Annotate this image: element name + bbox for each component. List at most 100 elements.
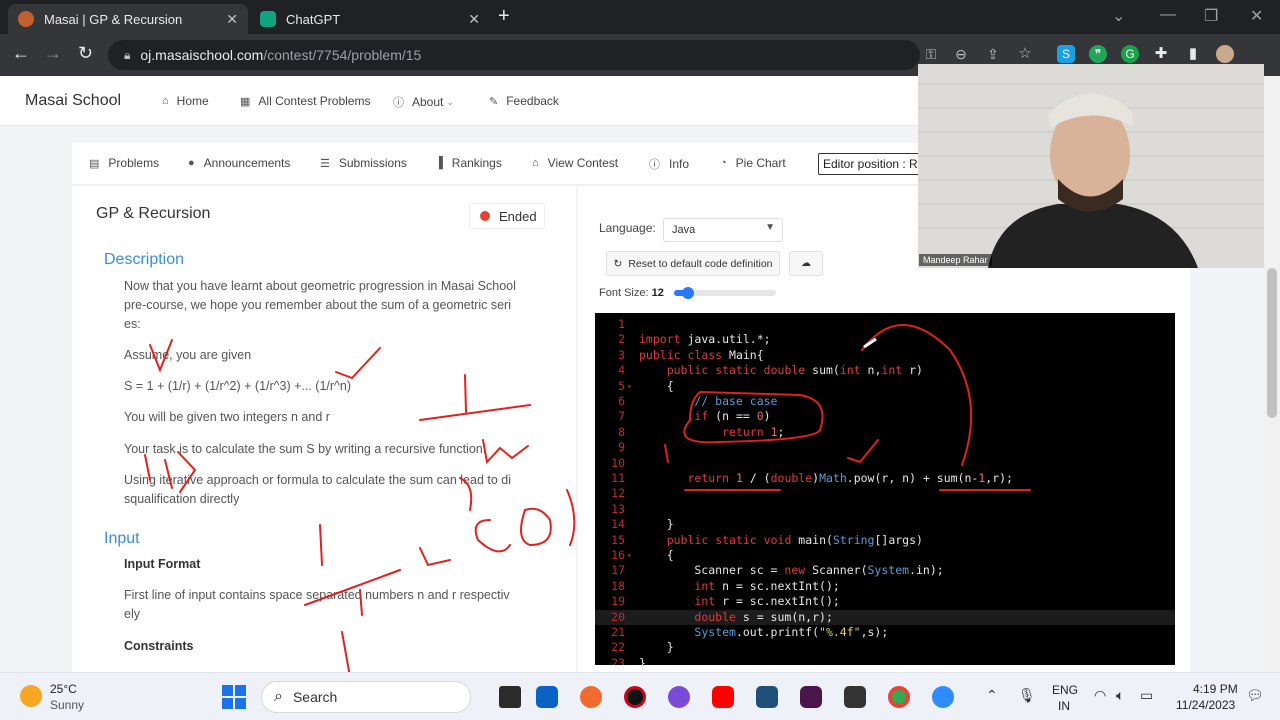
code-line[interactable]: 20 double s = sum(n,r); xyxy=(595,609,1175,625)
code-line[interactable]: 23} xyxy=(595,656,1175,665)
code-line[interactable]: 2 import java.util.*; xyxy=(595,332,1175,347)
code-line[interactable]: 16 ▾ { xyxy=(595,548,1175,563)
chevron-up-icon[interactable]: ⌃ xyxy=(986,687,998,704)
code-line[interactable]: 4 public static double sum(int n,int r) xyxy=(595,363,1175,378)
code-line[interactable]: 21 System.out.printf("%.4f",s); xyxy=(595,625,1175,640)
home-icon: ⌂ xyxy=(162,95,169,107)
brand-logo[interactable]: Masai School xyxy=(25,92,121,110)
nav-all-contest-problems[interactable]: ▦ All Contest Problems xyxy=(240,94,370,108)
microphone-icon[interactable]: 🎙︎ xyxy=(1018,687,1036,704)
tab-chatgpt[interactable]: ChatGPT ✕ xyxy=(250,4,490,34)
tab-pie-chart[interactable]: ◔ Pie Chart xyxy=(720,156,786,170)
new-tab-button[interactable]: + xyxy=(498,5,510,28)
editor-position-select[interactable]: Editor position : Ri xyxy=(818,153,928,175)
extension-quote-icon[interactable]: ❞ xyxy=(1089,45,1107,63)
code-line[interactable]: 13 xyxy=(595,502,1175,517)
notification-icon[interactable]: 💬︎ xyxy=(1246,687,1264,704)
windows-start-icon[interactable] xyxy=(222,685,246,709)
puzzle-icon[interactable]: ✚ xyxy=(1152,45,1170,63)
close-icon[interactable]: ✕ xyxy=(468,11,480,28)
tab-announcements[interactable]: ● Announcements xyxy=(188,156,290,170)
tab-submissions[interactable]: ☰ Submissions xyxy=(320,156,407,170)
language-select[interactable]: Java ▼ xyxy=(663,218,783,242)
key-icon[interactable]: ⚿ xyxy=(922,45,940,63)
code-line[interactable]: 17 Scanner sc = new Scanner(System.in); xyxy=(595,563,1175,578)
input-format-heading: Input Format xyxy=(124,557,201,571)
scrollbar-thumb[interactable] xyxy=(1267,268,1277,418)
fold-icon[interactable]: ▾ xyxy=(627,379,632,394)
zoom-icon[interactable]: ⊖ xyxy=(952,45,970,63)
list-icon: ☰ xyxy=(320,157,330,170)
battery-icon[interactable]: ▭ xyxy=(1140,687,1153,704)
reload-icon[interactable]: ↻ xyxy=(78,43,93,64)
tab-masai[interactable]: Masai | GP & Recursion ✕ xyxy=(8,4,248,34)
taskbar: 25°C Sunny ⌕ Search ⌃ 🎙︎ ENG IN ◠ 🔈︎ ▭ 4… xyxy=(0,672,1280,720)
code-line[interactable]: 1 xyxy=(595,317,1175,332)
profile-avatar[interactable] xyxy=(1216,45,1234,63)
address-bar[interactable]: 🔒︎ oj.masaischool.com/contest/7754/probl… xyxy=(108,40,920,70)
grammarly-icon[interactable]: G xyxy=(1121,45,1139,63)
close-window-icon[interactable]: ✕ xyxy=(1250,6,1263,26)
minimize-icon[interactable]: — xyxy=(1160,6,1176,24)
code-line[interactable]: 18 int n = sc.nextInt(); xyxy=(595,579,1175,594)
reset-code-button[interactable]: ↻ Reset to default code definition xyxy=(606,251,780,276)
nav-label: All Contest Problems xyxy=(258,94,371,108)
volume-icon[interactable]: 🔈︎ xyxy=(1116,687,1124,704)
tab-view-contest[interactable]: ⌂ View Contest xyxy=(532,156,618,170)
tab-label: Announcements xyxy=(203,156,291,170)
close-icon[interactable]: ✕ xyxy=(226,11,238,28)
tab-info[interactable]: ⓘ Info xyxy=(649,156,689,172)
code-line[interactable]: 9 xyxy=(595,440,1175,455)
app-icon[interactable] xyxy=(756,686,778,708)
code-line[interactable]: 8 return 1; xyxy=(595,425,1175,440)
clock-date: 11/24/2023 xyxy=(1176,698,1236,712)
wifi-icon[interactable]: ◠ xyxy=(1094,687,1106,704)
forward-icon[interactable]: → xyxy=(44,43,62,64)
tab-problems[interactable]: ▤ Problems xyxy=(89,156,159,170)
fold-icon[interactable]: ▾ xyxy=(627,548,632,563)
code-line[interactable]: 3 public class Main{ xyxy=(595,348,1175,363)
slack-icon[interactable] xyxy=(800,686,822,708)
code-line[interactable]: 10 xyxy=(595,456,1175,471)
code-line[interactable]: 19 int r = sc.nextInt(); xyxy=(595,594,1175,609)
browser-app-icon[interactable] xyxy=(668,686,690,708)
store-icon[interactable] xyxy=(536,686,558,708)
clock-time[interactable]: 4:19 PM xyxy=(1193,682,1238,696)
tab-rankings[interactable]: ▐ Rankings xyxy=(435,156,502,170)
language-indicator[interactable]: ENG xyxy=(1052,683,1078,697)
task-view-icon[interactable] xyxy=(499,686,521,708)
font-size-value: 12 xyxy=(651,287,664,299)
font-size-slider-thumb[interactable] xyxy=(682,287,695,299)
code-line[interactable]: 6 // base case xyxy=(595,394,1175,409)
upload-icon[interactable]: ☁ xyxy=(789,251,823,276)
code-line[interactable]: 11 return 1 / (double)Math.pow(r, n) + s… xyxy=(595,471,1175,486)
taskbar-search[interactable]: ⌕ Search xyxy=(261,681,471,713)
extension-s-icon[interactable]: S xyxy=(1057,45,1075,63)
share-icon[interactable]: ⇪ xyxy=(984,45,1002,63)
back-icon[interactable]: ← xyxy=(12,43,30,64)
sidebar-icon[interactable]: ▮ xyxy=(1184,45,1202,63)
record-icon[interactable] xyxy=(624,686,646,708)
page-scrollbar[interactable] xyxy=(1264,76,1280,672)
youtube-icon[interactable] xyxy=(712,686,734,708)
nav-home[interactable]: ⌂ Home xyxy=(162,94,209,108)
sun-icon[interactable] xyxy=(20,685,42,707)
code-line[interactable]: 5 ▾ { xyxy=(595,379,1175,394)
nav-about[interactable]: ⓘ About ⌄ xyxy=(393,94,454,110)
star-icon[interactable]: ☆ xyxy=(1016,45,1034,63)
code-line[interactable]: 15 public static void main(String[]args) xyxy=(595,533,1175,548)
line-number: 12 xyxy=(611,486,625,501)
code-editor[interactable]: 1 2 import java.util.*; 3 public class Main{… xyxy=(595,313,1175,665)
nav-feedback[interactable]: ✎ Feedback xyxy=(489,94,559,108)
chrome-icon[interactable] xyxy=(888,686,910,708)
m-app-icon[interactable] xyxy=(844,686,866,708)
maximize-icon[interactable]: ❐ xyxy=(1204,6,1218,26)
zoom-icon[interactable] xyxy=(932,686,954,708)
font-size-slider[interactable] xyxy=(674,287,776,299)
code-line[interactable]: 22 } xyxy=(595,640,1175,655)
chevron-down-icon[interactable]: ⌄ xyxy=(1112,6,1125,26)
code-line[interactable]: 14 } xyxy=(595,517,1175,532)
code-line[interactable]: 7 if (n == 0) xyxy=(595,409,1175,424)
pen-app-icon[interactable] xyxy=(580,686,602,708)
code-line[interactable]: 12 xyxy=(595,486,1175,501)
